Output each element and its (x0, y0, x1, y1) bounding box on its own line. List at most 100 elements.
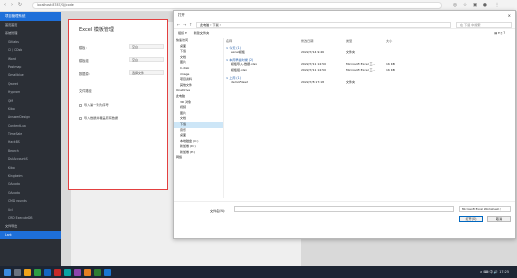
app-icon[interactable] (74, 268, 81, 276)
sidebar-item[interactable]: Kingbeim (0, 172, 61, 180)
file-row[interactable]: demoFiles2 2022/7/8 17:18 文件夹 (226, 80, 426, 85)
check-label: 导入数据并覆盖原有数据 (84, 116, 119, 120)
sidebar-item[interactable]: Postmap (0, 63, 61, 71)
back-icon[interactable]: ‹ (2, 2, 8, 9)
file-name: 模板组.xlsx (231, 68, 247, 72)
close-icon[interactable]: × (508, 11, 511, 20)
dialog-search-input[interactable]: 在 下载 中搜索 (456, 21, 512, 28)
check-label: 导入第一列为序号 (84, 103, 109, 107)
search-icon[interactable] (14, 268, 21, 276)
view-options[interactable]: ▤ ▾ ▯ ? (494, 29, 505, 37)
refresh-icon[interactable]: ↻ (17, 2, 23, 9)
sidebar-item[interactable]: Ucl (0, 206, 61, 214)
app-icon[interactable] (104, 268, 111, 276)
open-button[interactable]: 打开(O) (459, 216, 483, 222)
tree-item[interactable]: 网络 (174, 155, 223, 161)
sidebar-item[interactable]: ContentLua (0, 122, 61, 130)
file-date: 2022/7/8 17:18 (301, 80, 325, 84)
template-group-input[interactable]: 空白 (129, 57, 164, 62)
app-icon[interactable] (64, 268, 71, 276)
app-icon[interactable] (84, 268, 91, 276)
sidebar-item[interactable]: Gmailblue (0, 71, 61, 79)
sidebar-item[interactable]: 文件导出 (0, 222, 61, 230)
filename-label: 文件名(N): (210, 209, 226, 213)
form-title: Excel 模板管理 (79, 27, 114, 33)
profile-icon[interactable]: ● (482, 2, 488, 9)
column-size[interactable]: 大小 (386, 38, 392, 43)
forward-icon[interactable]: → (183, 22, 186, 27)
up-icon[interactable]: ↑ (189, 22, 192, 27)
organize-button[interactable]: 组织 ▾ (178, 31, 187, 35)
file-date: 2022/7/11 14:50 (301, 62, 326, 66)
file-type: Microsoft Excel 工... (346, 68, 376, 72)
sidebar-item-active[interactable]: Lark (0, 230, 61, 240)
sidebar-item[interactable]: Qweet (0, 80, 61, 88)
template-input[interactable]: 空白 (129, 44, 164, 49)
sidebar-item[interactable]: QM (0, 97, 61, 105)
file-date: 2022/7/11 14:50 (301, 68, 326, 72)
dialog-titlebar: 打开 × (174, 11, 515, 20)
app-brand: 项目管理系统 (0, 12, 61, 21)
file-row[interactable]: 模板导入-数据.xlsx 2022/7/11 14:50 Microsoft E… (226, 62, 426, 67)
datasource-label: 数据源： (79, 72, 92, 76)
file-type: 文件夹 (346, 50, 356, 54)
sidebar-item[interactable]: CI / CDsb (0, 46, 61, 54)
dialog-file-list: 名称 修改日期 类型 大小 ∨ 今天 (1) excel模板 2022/7/14… (226, 38, 515, 198)
sidebar-item[interactable]: CRD ExecuteDB (0, 214, 61, 222)
sidebar-item[interactable]: HackBS (0, 138, 61, 146)
start-icon[interactable] (4, 268, 11, 276)
sidebar-item[interactable]: Gitlabs (0, 38, 61, 46)
sidebar-item[interactable]: OAcoda (0, 189, 61, 197)
explorer-icon[interactable] (24, 268, 31, 276)
dialog-footer: 文件名(N): Microsoft Excel Worksheet ( 打开(O… (174, 201, 515, 238)
sidebar-item[interactable]: CMD rounds (0, 197, 61, 205)
sidebar-item[interactable]: 首页首页 (0, 21, 61, 29)
sidebar-item[interactable]: AnswerDesign (0, 113, 61, 121)
dialog-toolbar: 组织 ▾ 新建文件夹 ▤ ▾ ▯ ? (174, 29, 515, 37)
app-icon[interactable] (54, 268, 61, 276)
file-row[interactable]: 模板组.xlsx 2022/7/11 14:50 Microsoft Excel… (226, 68, 426, 73)
chrome-icon[interactable] (34, 268, 41, 276)
extension-icon[interactable]: ◎ (452, 2, 458, 9)
sidebar-item[interactable]: Word (0, 55, 61, 63)
filetype-select[interactable]: Microsoft Excel Worksheet ( (459, 206, 511, 212)
back-icon[interactable]: ← (177, 22, 180, 27)
edge-icon[interactable] (44, 268, 51, 276)
column-date[interactable]: 修改日期 (301, 38, 313, 43)
sidebar-item[interactable]: DulAccountS (0, 155, 61, 163)
check-overwrite[interactable]: 导入数据并覆盖原有数据 (79, 115, 118, 120)
column-type[interactable]: 类型 (346, 38, 352, 43)
check-first-column[interactable]: 导入第一列为序号 (79, 102, 109, 107)
dialog-addressbar: ← → ↑ 此电脑 › 下载 › 在 下载 中搜索 (174, 20, 515, 29)
file-size: 16 KB (386, 62, 395, 66)
file-name: excel模板 (231, 50, 245, 54)
checkbox-icon[interactable] (79, 116, 82, 120)
sidebar-item[interactable]: 系统管理 (0, 29, 61, 37)
address-bar[interactable]: localhost:8787/Qj/code (32, 2, 442, 9)
system-tray[interactable]: ∧ ⌨ 中 🔊 17:25 (480, 266, 509, 278)
file-name: demoFiles2 (231, 80, 248, 84)
file-size: 16 KB (386, 68, 395, 72)
new-folder-button[interactable]: 新建文件夹 (194, 31, 209, 35)
sidebar-item[interactable]: Hyprom (0, 88, 61, 96)
sidebar-item[interactable]: TimeSale (0, 130, 61, 138)
checkbox-icon[interactable] (79, 103, 82, 107)
bookmark-icon[interactable]: ▣ (472, 2, 478, 9)
dialog-nav-tree: 快速访问 桌面 下载 文档 图片 C-disk image 项目资料 其他文件 … (174, 38, 224, 198)
choose-file-button[interactable]: 选择文件 (129, 70, 164, 75)
sidebar-item[interactable]: Kibo (0, 164, 61, 172)
sidebar-item[interactable]: OAcoda (0, 180, 61, 188)
forward-icon[interactable]: › (9, 2, 15, 9)
cancel-button[interactable]: 取消 (487, 216, 511, 222)
app-icon[interactable] (94, 268, 101, 276)
star-icon[interactable]: ☆ (462, 2, 468, 9)
sidebar-item[interactable]: Kibo (0, 105, 61, 113)
menu-icon[interactable]: ⋮ (494, 2, 500, 9)
file-row[interactable]: excel模板 2022/7/14 9:46 文件夹 (226, 50, 426, 55)
sidebar-item[interactable]: Bearch (0, 147, 61, 155)
file-path-label: 文件路径 (79, 89, 92, 93)
file-type: 文件夹 (346, 80, 356, 84)
dialog-path[interactable]: 此电脑 › 下载 › (196, 21, 451, 28)
column-name[interactable]: 名称 (226, 38, 232, 43)
filename-input[interactable] (234, 206, 454, 212)
